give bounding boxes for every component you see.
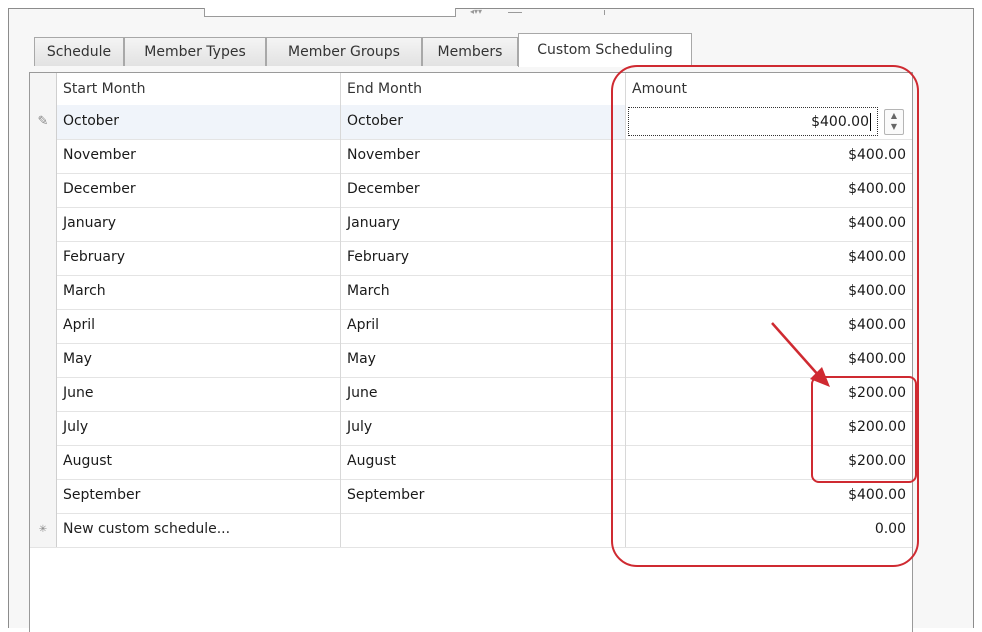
cell-amount[interactable]: $400.00 xyxy=(626,207,912,241)
toolbar-separator xyxy=(604,10,605,15)
new-row[interactable]: ✳ New custom schedule... 0.00 xyxy=(30,513,912,548)
table-row[interactable]: February February $400.00 xyxy=(30,241,912,276)
table-row[interactable]: January January $400.00 xyxy=(30,207,912,242)
row-indicator[interactable] xyxy=(30,343,57,377)
new-row-placeholder[interactable]: New custom schedule... xyxy=(57,513,341,547)
table-row[interactable]: November November $400.00 xyxy=(30,139,912,174)
cell-amount[interactable]: $400.00 xyxy=(626,343,912,377)
cell-end-month[interactable] xyxy=(341,513,626,547)
toolbar-separator xyxy=(508,12,522,13)
cell-start-month[interactable]: October xyxy=(57,105,341,139)
column-header-end-month[interactable]: End Month xyxy=(341,73,626,105)
cell-amount[interactable]: $400.00 xyxy=(626,173,912,207)
cell-amount[interactable]: $200.00 xyxy=(626,377,912,411)
toolbar-input[interactable] xyxy=(204,8,456,17)
header-indicator-cell xyxy=(30,73,57,105)
column-header-amount[interactable]: Amount xyxy=(626,73,912,105)
tab-custom-scheduling[interactable]: Custom Scheduling xyxy=(518,33,692,67)
cell-end-month[interactable]: February xyxy=(341,241,626,275)
column-header-start-month[interactable]: Start Month xyxy=(57,73,341,105)
cell-end-month[interactable]: September xyxy=(341,479,626,513)
cell-start-month[interactable]: February xyxy=(57,241,341,275)
cell-start-month[interactable]: September xyxy=(57,479,341,513)
spin-updown-icon[interactable]: ▲ ▼ xyxy=(884,109,904,135)
cell-start-month[interactable]: June xyxy=(57,377,341,411)
table-row[interactable]: September September $400.00 xyxy=(30,479,912,514)
cell-end-month[interactable]: March xyxy=(341,275,626,309)
cell-end-month[interactable]: May xyxy=(341,343,626,377)
table-row[interactable]: July July $200.00 xyxy=(30,411,912,446)
row-indicator[interactable]: ✳ xyxy=(30,513,57,547)
asterisk-icon: ✳ xyxy=(38,524,48,535)
table-row[interactable]: August August $200.00 xyxy=(30,445,912,480)
cell-amount[interactable]: 0.00 xyxy=(626,513,912,547)
cell-amount[interactable]: $400.00 xyxy=(626,241,912,275)
cell-end-month[interactable]: December xyxy=(341,173,626,207)
row-indicator[interactable] xyxy=(30,411,57,445)
row-indicator[interactable] xyxy=(30,241,57,275)
cell-amount[interactable]: $400.00 xyxy=(626,309,912,343)
cell-start-month[interactable]: July xyxy=(57,411,341,445)
tab-member-types[interactable]: Member Types xyxy=(124,37,266,66)
cell-amount[interactable]: $200.00 xyxy=(626,445,912,479)
row-indicator[interactable] xyxy=(30,479,57,513)
table-row[interactable]: May May $400.00 xyxy=(30,343,912,378)
table-row[interactable]: April April $400.00 xyxy=(30,309,912,344)
cell-end-month[interactable]: January xyxy=(341,207,626,241)
cell-end-month[interactable]: August xyxy=(341,445,626,479)
cell-amount[interactable]: $400.00 xyxy=(626,139,912,173)
row-indicator[interactable] xyxy=(30,207,57,241)
cell-end-month[interactable]: June xyxy=(341,377,626,411)
tab-member-groups[interactable]: Member Groups xyxy=(266,37,422,66)
grid-header: Start Month End Month Amount xyxy=(30,73,912,106)
cell-start-month[interactable]: January xyxy=(57,207,341,241)
row-indicator[interactable] xyxy=(30,275,57,309)
table-row[interactable]: June June $200.00 xyxy=(30,377,912,412)
cell-amount[interactable]: $400.00 xyxy=(626,479,912,513)
table-row[interactable]: March March $400.00 xyxy=(30,275,912,310)
cell-end-month[interactable]: April xyxy=(341,309,626,343)
text-caret xyxy=(870,113,871,131)
row-indicator[interactable] xyxy=(30,445,57,479)
cell-end-month[interactable]: July xyxy=(341,411,626,445)
row-indicator[interactable] xyxy=(30,139,57,173)
cell-end-month[interactable]: November xyxy=(341,139,626,173)
cell-amount[interactable]: $400.00 ▲ ▼ xyxy=(626,105,912,139)
cell-end-month[interactable]: October xyxy=(341,105,626,139)
table-row[interactable]: ✎ October October $400.00 ▲ ▼ xyxy=(30,105,912,140)
row-indicator[interactable]: ✎ xyxy=(30,105,57,139)
cell-start-month[interactable]: November xyxy=(57,139,341,173)
cell-start-month[interactable]: March xyxy=(57,275,341,309)
toolbar-spin-icon[interactable]: ◂▾▾ xyxy=(470,8,492,16)
row-indicator[interactable] xyxy=(30,309,57,343)
cell-start-month[interactable]: April xyxy=(57,309,341,343)
row-indicator[interactable] xyxy=(30,377,57,411)
pencil-icon: ✎ xyxy=(37,114,49,129)
tab-schedule[interactable]: Schedule xyxy=(34,37,124,66)
amount-edit-value: $400.00 xyxy=(811,114,869,130)
tab-members[interactable]: Members xyxy=(422,37,518,66)
cell-start-month[interactable]: August xyxy=(57,445,341,479)
amount-edit-input[interactable]: $400.00 xyxy=(628,107,878,136)
cell-amount[interactable]: $200.00 xyxy=(626,411,912,445)
cell-start-month[interactable]: December xyxy=(57,173,341,207)
cell-start-month[interactable]: May xyxy=(57,343,341,377)
cell-amount[interactable]: $400.00 xyxy=(626,275,912,309)
table-row[interactable]: December December $400.00 xyxy=(30,173,912,208)
row-indicator[interactable] xyxy=(30,173,57,207)
custom-schedule-grid: Start Month End Month Amount ✎ October Oct… xyxy=(29,72,913,632)
